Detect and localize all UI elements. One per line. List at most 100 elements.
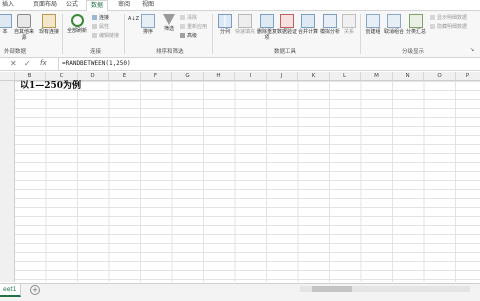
select-all-corner[interactable] — [0, 72, 15, 80]
formula-input[interactable]: =RANDBETWEEN(1,250) — [58, 58, 472, 70]
separator — [124, 14, 125, 54]
refresh-icon — [70, 14, 84, 27]
consolidate-button[interactable]: 合并计算 — [296, 14, 320, 35]
from-other-sources-button[interactable]: 自其他来源 — [12, 14, 36, 41]
from-other-sources-label: 自其他来源 — [13, 29, 34, 41]
add-sheet-icon[interactable]: + — [30, 285, 40, 295]
sheet-tab-sheet1[interactable]: eet1 — [0, 284, 21, 297]
cell-c1-text[interactable]: 以1—250为例 — [20, 81, 81, 92]
formula-bar: ✕ ✓ fx =RANDBETWEEN(1,250) — [0, 58, 480, 71]
advanced-filter-button[interactable]: 高级 — [180, 33, 197, 40]
refresh-all-label: 全部刷新 — [66, 28, 87, 34]
show-detail-label: 显示明细数据 — [437, 15, 468, 21]
sort-button[interactable]: 排序 — [137, 14, 159, 35]
row-headers[interactable] — [0, 81, 15, 282]
reapply-label: 重新应用 — [187, 24, 208, 30]
column-header[interactable]: F — [140, 72, 172, 80]
remove-duplicates-label: 删除重复项 — [256, 29, 277, 41]
reapply-button[interactable]: 重新应用 — [180, 24, 207, 31]
tab-page-layout[interactable]: 页面布局 — [33, 1, 57, 9]
ribbon: 本 自其他来源 现有连接 外部数据 全部刷新 连接 属性 编辑链接 连接 A↓Z… — [0, 11, 480, 58]
consolidate-icon — [301, 14, 315, 28]
group-outline-label: 分级显示 — [402, 49, 425, 55]
relationships-button[interactable]: 关系 — [340, 14, 358, 35]
advanced-filter-label: 高级 — [187, 33, 198, 39]
column-header[interactable]: G — [172, 72, 204, 80]
column-header[interactable]: B — [14, 72, 46, 80]
subtotal-icon — [409, 14, 423, 28]
tab-view[interactable]: 视图 — [142, 1, 154, 9]
advanced-filter-icon — [180, 33, 185, 38]
data-validation-button[interactable]: 数据验证 — [276, 14, 298, 35]
horizontal-scrollbar[interactable] — [300, 286, 470, 292]
column-header[interactable]: K — [298, 72, 330, 80]
edit-links-icon — [92, 33, 97, 38]
dialog-launcher-icon[interactable]: ↘ — [470, 47, 474, 54]
flash-fill-icon — [238, 14, 252, 28]
separator — [212, 14, 213, 54]
connection-file-icon — [42, 14, 56, 28]
connections-button[interactable]: 连接 — [92, 15, 109, 22]
column-header[interactable]: P — [455, 72, 480, 80]
validation-icon — [280, 14, 294, 28]
clear-filter-button[interactable]: 清除 — [180, 15, 197, 22]
column-header[interactable]: D — [77, 72, 109, 80]
column-header[interactable]: O — [424, 72, 456, 80]
what-if-analysis-button[interactable]: 模拟分析 — [318, 14, 342, 35]
column-header[interactable]: E — [109, 72, 141, 80]
existing-connections-button[interactable]: 现有连接 — [38, 14, 60, 35]
ungroup-button[interactable]: 取消组合 — [382, 14, 406, 35]
refresh-all-button[interactable]: 全部刷新 — [66, 14, 88, 34]
existing-connections-label: 现有连接 — [38, 29, 59, 35]
tab-data[interactable]: 数据 — [86, 0, 109, 11]
column-header[interactable]: I — [235, 72, 267, 80]
ribbon-tabs: 插入 页面布局 公式 数据 审阅 视图 — [0, 0, 480, 11]
flash-fill-button[interactable]: 快速填充 — [232, 14, 258, 35]
ungroup-label: 取消组合 — [383, 29, 404, 35]
column-header[interactable]: M — [361, 72, 393, 80]
filter-button[interactable]: 筛选 — [158, 14, 180, 32]
scrollbar-thumb[interactable] — [312, 286, 352, 292]
properties-button[interactable]: 属性 — [92, 24, 109, 31]
separator — [360, 14, 361, 54]
cell-grid[interactable] — [0, 81, 480, 282]
separator — [62, 14, 63, 54]
column-header[interactable]: J — [266, 72, 298, 80]
data-validation-label: 数据验证 — [276, 29, 297, 35]
remove-duplicates-button[interactable]: 删除重复项 — [256, 14, 278, 41]
properties-icon — [92, 24, 97, 29]
sort-label: 排序 — [142, 29, 153, 35]
link-icon — [92, 15, 97, 20]
properties-label: 属性 — [99, 24, 110, 30]
tab-formulas[interactable]: 公式 — [66, 1, 78, 9]
relationships-label: 关系 — [343, 29, 354, 35]
reapply-icon — [180, 24, 185, 29]
column-header[interactable]: L — [329, 72, 361, 80]
insert-function-icon[interactable]: fx — [40, 59, 47, 67]
cancel-icon[interactable]: ✕ — [10, 59, 17, 68]
confirm-icon[interactable]: ✓ — [24, 59, 31, 68]
what-if-label: 模拟分析 — [319, 29, 340, 35]
split-columns-icon — [218, 14, 232, 28]
show-detail-icon — [430, 15, 435, 20]
group-external-data-label: 外部数据 — [4, 49, 27, 55]
filter-label: 筛选 — [163, 26, 174, 32]
edit-links-button[interactable]: 编辑链接 — [92, 33, 119, 40]
ungroup-icon — [387, 14, 401, 28]
column-header[interactable]: N — [392, 72, 424, 80]
edit-links-label: 编辑链接 — [99, 33, 120, 39]
relationships-icon — [342, 14, 356, 28]
group-button[interactable]: 创建组 — [362, 14, 384, 35]
show-detail-button[interactable]: 显示明细数据 — [430, 15, 467, 22]
hide-detail-button[interactable]: 隐藏明细数据 — [430, 24, 467, 31]
tab-insert[interactable]: 插入 — [2, 1, 14, 9]
clear-icon — [180, 15, 185, 20]
column-header[interactable]: C — [46, 72, 78, 80]
tab-review[interactable]: 审阅 — [118, 1, 130, 9]
connections-label: 连接 — [99, 15, 110, 21]
column-header[interactable]: H — [203, 72, 235, 80]
subtotal-button[interactable]: 分类汇总 — [404, 14, 428, 35]
column-headers: B C D E F G H I J K L M N O P — [0, 72, 480, 81]
group-connections-label: 连接 — [90, 49, 102, 55]
hide-detail-label: 隐藏明细数据 — [437, 24, 468, 30]
